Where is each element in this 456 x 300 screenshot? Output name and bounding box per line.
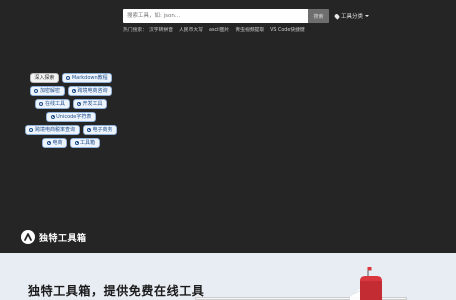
tag-tax-query[interactable]: 跨境电商税率查询 — [24, 125, 80, 135]
tag-icon — [66, 75, 71, 80]
chevron-down-icon — [365, 15, 370, 17]
tag-label: 电子商务 — [92, 127, 113, 134]
tag-label: 加密解密 — [39, 88, 60, 95]
tag-label: 开发工具 — [82, 101, 103, 108]
tag-icon — [29, 127, 34, 132]
tag-label: 深入探索 — [34, 75, 55, 82]
hero-title: 独特工具箱，提供免费在线工具 — [28, 284, 205, 298]
footer-logo[interactable]: 独特工具箱 — [21, 230, 87, 244]
tag-markdown[interactable]: Markdown教程 — [61, 73, 113, 83]
tag-icon — [87, 127, 91, 132]
brand-logo-icon — [21, 230, 35, 244]
tag-cloud: 深入探索 Markdown教程 加密解密 跨境电商咨询 在线工具 开发工具 Un… — [24, 73, 118, 148]
tag-label: 电商 — [52, 140, 63, 147]
search-bar: 搜索 — [123, 9, 329, 23]
tag-label: 工具箱 — [80, 140, 96, 147]
tag-unicode[interactable]: Unicode字符表 — [46, 112, 96, 122]
tag-eshop[interactable]: 电商 — [42, 138, 67, 148]
hot-searches: 热门搜索： 汉字转拼音 人民币大写 ascii图片 青虫视频提取 VS Code… — [123, 26, 305, 33]
tag-label: 跨境电商咨询 — [77, 88, 108, 95]
tag-icon — [39, 101, 44, 106]
hot-search-link[interactable]: 人民币大写 — [179, 26, 203, 33]
search-input[interactable] — [123, 9, 308, 23]
tag-ecommerce[interactable]: 电子商务 — [82, 125, 118, 135]
tag-icon — [34, 88, 39, 93]
tag-icon — [74, 140, 79, 145]
tag-dev-tools[interactable]: 开发工具 — [72, 99, 108, 109]
tag-encrypt[interactable]: 加密解密 — [29, 86, 65, 96]
tag-online-tools[interactable]: 在线工具 — [34, 99, 70, 109]
tag-label: 在线工具 — [44, 101, 65, 108]
tag-label: 跨境电商税率查询 — [34, 127, 75, 134]
hot-search-link[interactable]: VS Code快捷键 — [270, 26, 305, 33]
tag-icon — [50, 114, 55, 119]
tag-label: Markdown教程 — [71, 75, 108, 82]
hot-search-link[interactable]: ascii图片 — [209, 26, 229, 33]
hot-search-link[interactable]: 青虫视频提取 — [235, 26, 264, 33]
hot-searches-label: 热门搜索： — [123, 28, 147, 33]
map-pin-icon — [333, 12, 341, 20]
tag-icon — [72, 88, 76, 93]
mailbox-illustration-icon — [350, 267, 382, 300]
tools-category-dropdown[interactable]: 工具分类 — [333, 12, 370, 20]
tag-explore[interactable]: 深入探索 — [29, 73, 59, 83]
tag-toolbox[interactable]: 工具箱 — [70, 138, 100, 148]
tag-ecommerce-consult[interactable]: 跨境电商咨询 — [67, 86, 113, 96]
tag-icon — [46, 140, 51, 145]
brand-name: 独特工具箱 — [39, 233, 87, 244]
tag-label: Unicode字符表 — [56, 114, 92, 121]
search-button[interactable]: 搜索 — [308, 9, 329, 23]
tools-category-label: 工具分类 — [341, 14, 364, 20]
tag-icon — [77, 101, 81, 106]
hot-search-link[interactable]: 汉字转拼音 — [149, 26, 173, 33]
